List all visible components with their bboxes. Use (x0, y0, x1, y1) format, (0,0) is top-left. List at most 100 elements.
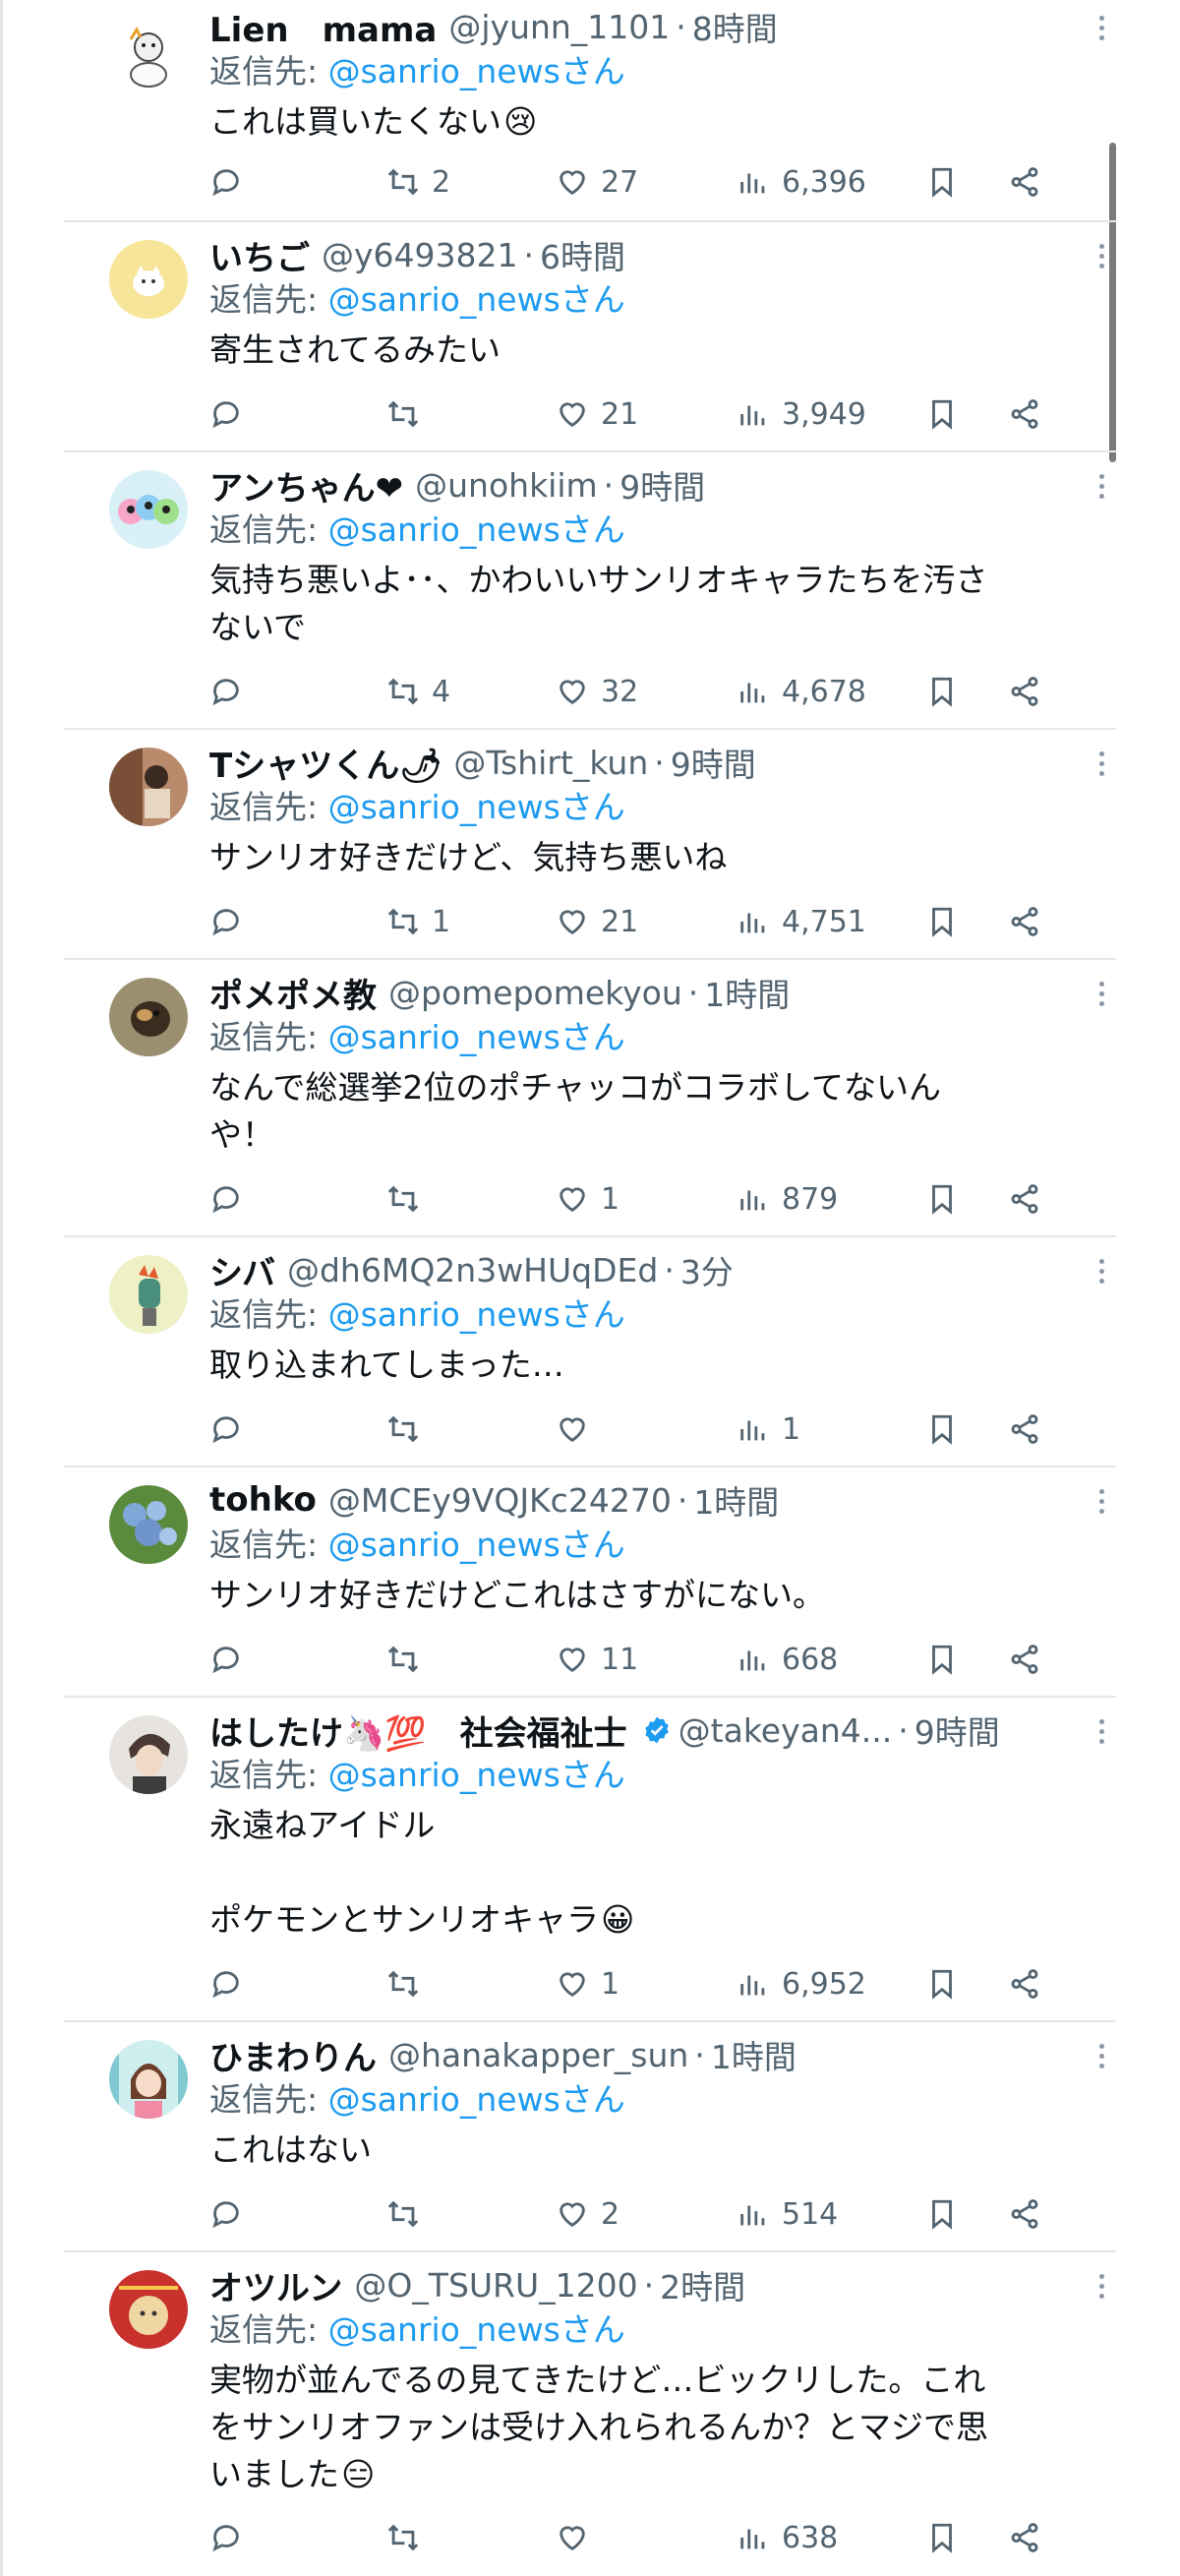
like-button[interactable] (556, 2521, 601, 2554)
tweet-card[interactable]: はしたけ🦄💯 社会福祉士 @takeyan4... · 9時間 返信先: @sa… (64, 1698, 1116, 2022)
retweet-button[interactable] (386, 1182, 432, 1216)
user-handle[interactable]: @unohkiim (415, 466, 598, 505)
reply-mention-link[interactable]: @sanrio_news (328, 52, 560, 90)
reply-button[interactable] (209, 397, 243, 431)
share-button[interactable] (1008, 2197, 1041, 2231)
tweet-card[interactable]: ひまわりん @hanakapper_sun · 1時間 返信先: @sanrio… (64, 2022, 1116, 2252)
retweet-button[interactable]: 2 (386, 165, 450, 200)
bookmark-button[interactable] (925, 397, 959, 431)
more-options-icon[interactable] (1087, 2266, 1116, 2306)
timestamp[interactable]: 1時間 (704, 970, 790, 1015)
more-options-icon[interactable] (1087, 974, 1116, 1013)
like-button[interactable]: 21 (556, 397, 638, 432)
retweet-button[interactable]: 4 (386, 675, 450, 709)
bookmark-button[interactable] (925, 1643, 959, 1676)
reply-button[interactable] (209, 1412, 243, 1446)
reply-button[interactable] (209, 1967, 243, 2001)
avatar[interactable] (109, 240, 188, 319)
reply-button[interactable] (209, 1182, 243, 1216)
bookmark-button[interactable] (925, 1412, 959, 1446)
timestamp[interactable]: 9時間 (620, 462, 705, 508)
views-button[interactable]: 668 (737, 1643, 838, 1677)
more-options-icon[interactable] (1087, 466, 1116, 506)
views-button[interactable]: 1 (737, 1412, 800, 1447)
avatar[interactable] (109, 2040, 188, 2119)
reply-mention-link[interactable]: @sanrio_news (328, 2310, 560, 2349)
more-options-icon[interactable] (1087, 8, 1116, 47)
timestamp[interactable]: 3分 (680, 1247, 734, 1292)
reply-button[interactable] (209, 2521, 243, 2554)
tweet-card[interactable]: Tシャツくん🌶 @Tshirt_kun · 9時間 返信先: @sanrio_n… (64, 730, 1116, 960)
display-name[interactable]: いちご (209, 232, 310, 278)
timestamp[interactable]: 9時間 (671, 740, 756, 785)
retweet-button[interactable] (386, 1643, 432, 1676)
reply-button[interactable] (209, 675, 243, 708)
bookmark-button[interactable] (925, 1182, 959, 1216)
like-button[interactable]: 2 (556, 2197, 620, 2232)
share-button[interactable] (1008, 2521, 1041, 2554)
tweet-card[interactable]: いちご @y6493821 · 6時間 返信先: @sanrio_newsさん … (64, 222, 1116, 452)
bookmark-button[interactable] (925, 675, 959, 708)
views-button[interactable]: 879 (737, 1182, 838, 1217)
user-handle[interactable]: @dh6MQ2n3wHUqDEd (287, 1251, 658, 1289)
timestamp[interactable]: 6時間 (540, 232, 625, 277)
reply-mention-link[interactable]: @sanrio_news (328, 510, 560, 549)
reply-mention-link[interactable]: @sanrio_news (328, 1526, 560, 1564)
reply-button[interactable] (209, 2197, 243, 2231)
reply-button[interactable] (209, 905, 243, 938)
like-button[interactable]: 1 (556, 1182, 620, 1217)
display-name[interactable]: はしたけ🦄💯 社会福祉士 (209, 1707, 627, 1754)
share-button[interactable] (1008, 165, 1041, 199)
share-button[interactable] (1008, 1643, 1041, 1676)
views-button[interactable]: 638 (737, 2521, 838, 2555)
display-name[interactable]: ひまわりん (209, 2032, 377, 2078)
share-button[interactable] (1008, 675, 1041, 708)
views-button[interactable]: 6,952 (737, 1967, 866, 2002)
tweet-card[interactable]: アンちゃん❤ @unohkiim · 9時間 返信先: @sanrio_news… (64, 452, 1116, 730)
bookmark-button[interactable] (925, 905, 959, 938)
user-handle[interactable]: @Tshirt_kun (453, 744, 648, 782)
reply-mention-link[interactable]: @sanrio_news (328, 2080, 560, 2119)
display-name[interactable]: オツルン (209, 2262, 342, 2308)
share-button[interactable] (1008, 1182, 1041, 1216)
avatar[interactable] (109, 978, 188, 1056)
like-button[interactable] (556, 1412, 601, 1446)
user-handle[interactable]: @hanakapper_sun (388, 2036, 688, 2074)
tweet-card[interactable]: Lien mama @jyunn_1101 · 8時間 返信先: @sanrio… (64, 0, 1116, 222)
like-button[interactable]: 32 (556, 675, 638, 709)
bookmark-button[interactable] (925, 2521, 959, 2554)
avatar[interactable] (109, 748, 188, 826)
more-options-icon[interactable] (1087, 1481, 1116, 1521)
user-handle[interactable]: @MCEy9VQJKc24270 (328, 1481, 672, 1520)
avatar[interactable] (109, 1255, 188, 1334)
reply-mention-link[interactable]: @sanrio_news (328, 1018, 560, 1056)
avatar[interactable] (109, 18, 188, 96)
more-options-icon[interactable] (1087, 1251, 1116, 1290)
user-handle[interactable]: @y6493821 (322, 236, 518, 274)
bookmark-button[interactable] (925, 165, 959, 199)
tweet-card[interactable]: シバ @dh6MQ2n3wHUqDEd · 3分 返信先: @sanrio_ne… (64, 1237, 1116, 1468)
reply-button[interactable] (209, 1643, 243, 1676)
timestamp[interactable]: 8時間 (692, 4, 778, 49)
timestamp[interactable]: 2時間 (660, 2262, 745, 2307)
avatar[interactable] (109, 1485, 188, 1564)
retweet-button[interactable] (386, 2521, 432, 2554)
user-handle[interactable]: @takeyan4... (678, 1711, 893, 1750)
avatar[interactable] (109, 470, 188, 549)
views-button[interactable]: 6,396 (737, 165, 866, 200)
retweet-button[interactable]: 1 (386, 905, 450, 939)
display-name[interactable]: tohko (209, 1480, 317, 1520)
timestamp[interactable]: 1時間 (711, 2032, 796, 2077)
display-name[interactable]: Lien mama (209, 4, 437, 50)
share-button[interactable] (1008, 1412, 1041, 1446)
retweet-button[interactable] (386, 1412, 432, 1446)
more-options-icon[interactable] (1087, 744, 1116, 783)
more-options-icon[interactable] (1087, 236, 1116, 275)
reply-mention-link[interactable]: @sanrio_news (328, 280, 560, 319)
tweet-card[interactable]: ポメポメ教 @pomepomekyou · 1時間 返信先: @sanrio_n… (64, 960, 1116, 1237)
reply-mention-link[interactable]: @sanrio_news (328, 788, 560, 826)
retweet-button[interactable] (386, 2197, 432, 2231)
user-handle[interactable]: @jyunn_1101 (448, 8, 670, 46)
reply-mention-link[interactable]: @sanrio_news (328, 1756, 560, 1794)
user-handle[interactable]: @O_TSURU_1200 (354, 2266, 637, 2305)
